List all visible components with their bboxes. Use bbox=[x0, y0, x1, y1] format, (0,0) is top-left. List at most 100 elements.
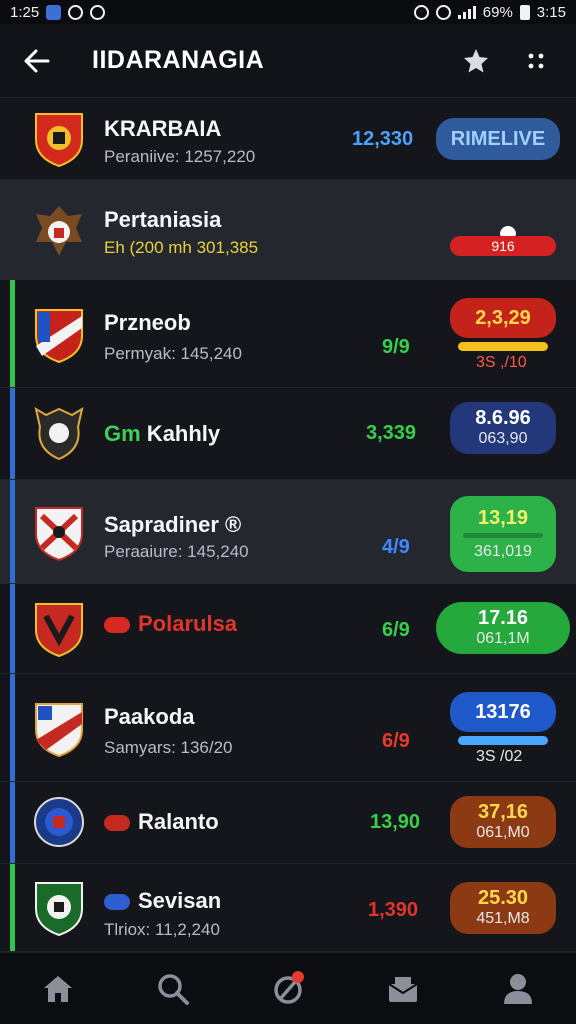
team-crest-icon bbox=[35, 603, 83, 658]
pill-sub-value: 3S ,/10 bbox=[476, 354, 527, 371]
pill-value: 13176 bbox=[475, 701, 531, 723]
team-name: Sapradiner ® bbox=[104, 512, 242, 537]
pill-sub-value: 063,90 bbox=[478, 430, 528, 447]
score-pill[interactable]: 8.6.96 063,90 bbox=[450, 402, 556, 454]
team-crest-icon bbox=[35, 882, 83, 937]
battery-icon bbox=[519, 4, 530, 20]
pill-value: 37,16 bbox=[477, 801, 529, 823]
list-item[interactable]: Ralanto 13,90 37,16 061,M0 bbox=[0, 782, 576, 864]
nav-inbox[interactable] bbox=[373, 959, 433, 1019]
team-name-text: Polarulsa bbox=[138, 611, 238, 636]
signal-icon bbox=[457, 5, 476, 19]
notification-badge bbox=[291, 970, 304, 983]
team-tag bbox=[104, 815, 130, 832]
team-crest-icon bbox=[35, 507, 83, 562]
grid-dots-icon bbox=[528, 53, 544, 68]
team-crest-icon bbox=[36, 206, 82, 256]
team-name-text: Sevisan bbox=[138, 888, 222, 913]
status-bar: 1:25 69% 3:15 bbox=[0, 0, 576, 24]
list-item[interactable]: KRARBAIA Peraniive: 1257,220 12,330 RIME… bbox=[0, 98, 576, 180]
status-time-right: 3:15 bbox=[536, 3, 566, 21]
list-item[interactable]: Sapradiner ® Peraaiure: 145,240 4/9 13,1… bbox=[0, 480, 576, 584]
team-name-text: Ralanto bbox=[138, 809, 219, 834]
team-subtitle: Tlriox: 11,2,240 bbox=[104, 920, 220, 939]
pill-value: 2,3,29 bbox=[475, 307, 531, 329]
team-crest-icon bbox=[35, 309, 83, 364]
row-accent bbox=[10, 480, 15, 583]
score-pill[interactable]: 13176 bbox=[450, 692, 556, 732]
search-icon bbox=[158, 973, 189, 1005]
team-list: KRARBAIA Peraniive: 1257,220 12,330 RIME… bbox=[0, 98, 576, 952]
more-button[interactable] bbox=[518, 43, 554, 79]
live-label: RIMELIVE bbox=[450, 128, 546, 150]
page-title: IIDARANAGIA bbox=[92, 46, 265, 74]
score-pill[interactable]: 37,16 061,M0 bbox=[450, 796, 556, 848]
wifi-icon bbox=[435, 4, 451, 20]
favorite-button[interactable] bbox=[458, 43, 494, 79]
arrow-left-icon bbox=[24, 49, 50, 72]
progress-bar bbox=[458, 736, 548, 745]
team-name: Paakoda bbox=[104, 704, 195, 729]
nav-search[interactable] bbox=[143, 959, 203, 1019]
team-score: 12,330 bbox=[352, 128, 414, 150]
team-tag bbox=[104, 617, 130, 634]
star-icon bbox=[464, 48, 488, 72]
team-tag bbox=[104, 894, 130, 911]
app-header: IIDARANAGIA bbox=[0, 24, 576, 98]
settings-status-icon bbox=[90, 4, 106, 20]
list-item[interactable]: Paakoda Samyars: 136/20 6/9 13176 3S /02 bbox=[0, 674, 576, 782]
team-name: Sevisan bbox=[104, 888, 221, 914]
team-score: 4/9 bbox=[382, 536, 410, 558]
team-subtitle: Permyak: 145,240 bbox=[104, 344, 242, 363]
score-pill[interactable]: 25.30 451,M8 bbox=[450, 882, 556, 934]
nav-profile[interactable] bbox=[488, 959, 548, 1019]
row-accent bbox=[10, 584, 15, 673]
home-icon bbox=[43, 975, 72, 1002]
nav-notifications[interactable] bbox=[258, 959, 318, 1019]
team-subtitle: Peraaiure: 145,240 bbox=[104, 542, 249, 561]
profile-icon bbox=[504, 973, 533, 1004]
nav-home[interactable] bbox=[28, 959, 88, 1019]
pill-value: 17.16 bbox=[477, 607, 529, 629]
inbox-icon bbox=[388, 976, 418, 1002]
progress-bar bbox=[458, 342, 548, 351]
team-score: 6/9 bbox=[382, 619, 410, 641]
row-accent bbox=[10, 674, 15, 781]
row-accent bbox=[10, 864, 15, 951]
team-crest-icon bbox=[34, 797, 84, 847]
pill-sub-value: 061,1M bbox=[476, 630, 530, 647]
team-score: 6/9 bbox=[382, 730, 410, 752]
pill-sub-value: 061,M0 bbox=[476, 824, 530, 841]
score-pill[interactable]: 916 bbox=[450, 236, 556, 256]
battery-percent: 69% bbox=[482, 3, 513, 21]
score-pill[interactable]: 2,3,29 bbox=[450, 298, 556, 338]
pill-sub-value: 3S /02 bbox=[476, 748, 523, 765]
live-indicator bbox=[500, 226, 516, 236]
pill-value: 25.30 bbox=[477, 887, 529, 909]
team-subtitle: Samyars: 136/20 bbox=[104, 738, 233, 757]
bluetooth-icon bbox=[413, 4, 429, 20]
sync-icon bbox=[68, 4, 84, 20]
team-name: Ralanto bbox=[104, 809, 219, 835]
team-crest-icon bbox=[34, 406, 84, 461]
bottom-nav bbox=[0, 952, 576, 1024]
pill-value: 8.6.96 bbox=[475, 407, 531, 429]
live-button[interactable]: RIMELIVE bbox=[436, 118, 560, 160]
list-item[interactable]: Sevisan Tlriox: 11,2,240 1,390 25.30 451… bbox=[0, 864, 576, 952]
list-item[interactable]: Polarulsa 6/9 17.16 061,1M bbox=[0, 584, 576, 674]
team-name: Przneob bbox=[104, 310, 191, 335]
team-subtitle: Eh (200 mh 301,385 bbox=[104, 238, 259, 257]
app-notification-icon bbox=[46, 4, 62, 20]
list-item[interactable]: Przneob Permyak: 145,240 9/9 2,3,29 3S ,… bbox=[0, 280, 576, 388]
back-button[interactable] bbox=[22, 46, 52, 76]
team-crest-icon bbox=[35, 703, 83, 758]
team-name: Gm Kahhly bbox=[104, 421, 221, 446]
row-accent bbox=[10, 388, 15, 479]
list-item[interactable]: Gm Kahhly 3,339 8.6.96 063,90 bbox=[0, 388, 576, 480]
team-score: 1,390 bbox=[368, 899, 419, 921]
status-time-left: 1:25 bbox=[10, 3, 40, 21]
list-item[interactable]: Pertaniasia Eh (200 mh 301,385 916 bbox=[0, 180, 576, 280]
score-pill[interactable]: 13,19 361,019 bbox=[450, 496, 556, 572]
score-pill[interactable]: 17.16 061,1M bbox=[436, 602, 570, 654]
team-score: 13,90 bbox=[370, 811, 421, 833]
